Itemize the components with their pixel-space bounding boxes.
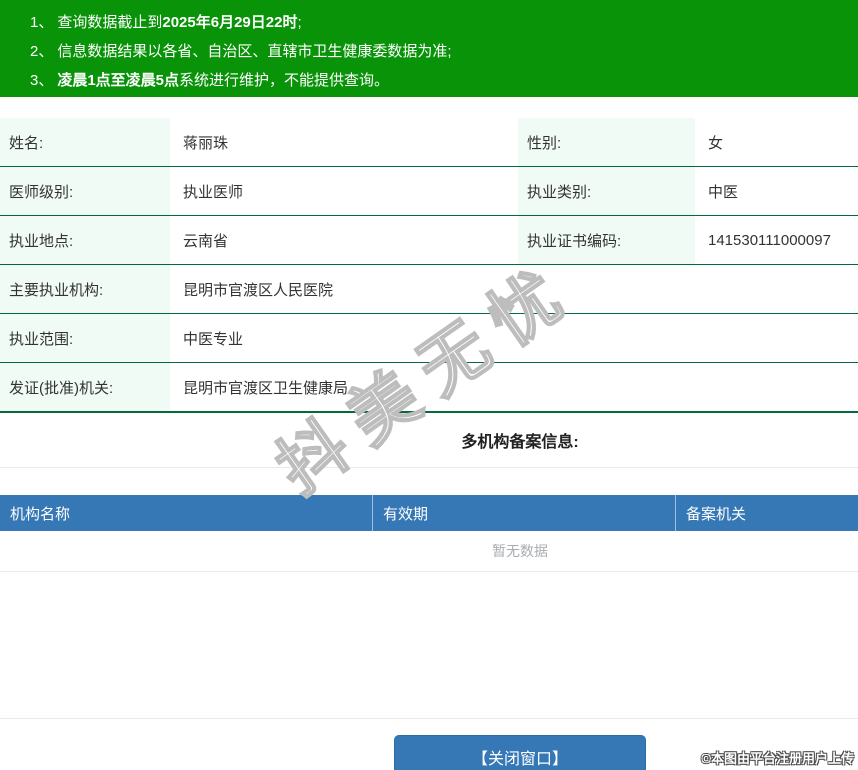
section-title: 多机构备案信息: — [461, 434, 579, 451]
column-header-validity-period: 有效期 — [372, 495, 675, 531]
field-value-gender: 女 — [695, 118, 858, 166]
column-header-institution-name: 机构名称 — [10, 505, 71, 523]
field-value-practice-location: 云南省 — [170, 216, 518, 264]
notice-banner: 1、 查询数据截止到2025年6月29日22时; 2、 信息数据结果以各省、自治区、… — [0, 0, 858, 97]
notice-line-1: 1、 查询数据截止到2025年6月29日22时; — [30, 8, 858, 37]
table-row-level-category: 医师级别: 执业医师 执业类别: 中医 — [0, 167, 858, 216]
notice-number: 2、 — [30, 43, 54, 60]
whitespace-spacer — [0, 572, 858, 718]
field-label-practice-scope: 执业范围: — [0, 314, 170, 362]
notice-line-2: 2、 信息数据结果以各省、自治区、直辖市卫生健康委数据为准; — [30, 37, 858, 66]
notice-text: ; — [297, 14, 302, 31]
field-value-name: 蒋丽珠 — [170, 118, 518, 166]
field-label-doctor-level: 医师级别: — [0, 167, 170, 215]
table-row-name-gender: 姓名: 蒋丽珠 性别: 女 — [0, 118, 858, 167]
table-row-practice-scope: 执业范围: 中医专业 — [0, 314, 858, 363]
filing-table-header-row: 机构名称 有效期 备案机关 — [0, 495, 858, 531]
query-result-page: 1、 查询数据截止到2025年6月29日22时; 2、 信息数据结果以各省、自治区、… — [0, 0, 858, 770]
field-value-issuing-authority: 昆明市官渡区卫生健康局 — [170, 363, 858, 411]
field-value-doctor-level: 执业医师 — [170, 167, 518, 215]
notice-text: 系统进行维护，不能提供查询。 — [179, 72, 390, 89]
field-value-certificate-number: 141530111000097 — [695, 216, 858, 264]
notice-text-bold: 凌晨1点至凌晨5点 — [57, 72, 180, 89]
column-header-filing-authority: 备案机关 — [675, 495, 858, 531]
notice-number: 1、 — [30, 14, 54, 31]
table-row-issuing-authority: 发证(批准)机关: 昆明市官渡区卫生健康局 — [0, 363, 858, 413]
field-label-main-institution: 主要执业机构: — [0, 265, 170, 313]
field-label-name: 姓名: — [0, 118, 170, 166]
field-label-certificate-number: 执业证书编码: — [518, 216, 695, 264]
notice-text-bold: 2025年6月29日22时 — [162, 14, 298, 31]
practitioner-info-table: 姓名: 蒋丽珠 性别: 女 医师级别: 执业医师 执业类别: 中医 执业地点: … — [0, 118, 858, 413]
field-value-practice-scope: 中医专业 — [170, 314, 858, 362]
field-label-issuing-authority: 发证(批准)机关: — [0, 363, 170, 411]
field-value-practice-category: 中医 — [695, 167, 858, 215]
notice-line-3: 3、 凌晨1点至凌晨5点系统进行维护，不能提供查询。 — [30, 66, 858, 95]
footer-divider — [0, 718, 858, 719]
table-row-location-certno: 执业地点: 云南省 执业证书编码: 141530111000097 — [0, 216, 858, 265]
filing-section-header: 多机构备案信息: — [0, 413, 858, 468]
field-label-gender: 性别: — [518, 118, 695, 166]
notice-text: 查询数据截止到 — [57, 14, 163, 31]
close-window-button[interactable]: 【关闭窗口】 — [394, 735, 646, 770]
empty-data-placeholder: 暂无数据 — [0, 531, 858, 572]
notice-text: 信息数据结果以各省、自治区、直辖市卫生健康委数据为准; — [57, 43, 452, 60]
field-label-practice-location: 执业地点: — [0, 216, 170, 264]
notice-number: 3、 — [30, 72, 54, 89]
table-row-main-institution: 主要执业机构: 昆明市官渡区人民医院 — [0, 265, 858, 314]
field-value-main-institution: 昆明市官渡区人民医院 — [170, 265, 858, 313]
field-label-practice-category: 执业类别: — [518, 167, 695, 215]
